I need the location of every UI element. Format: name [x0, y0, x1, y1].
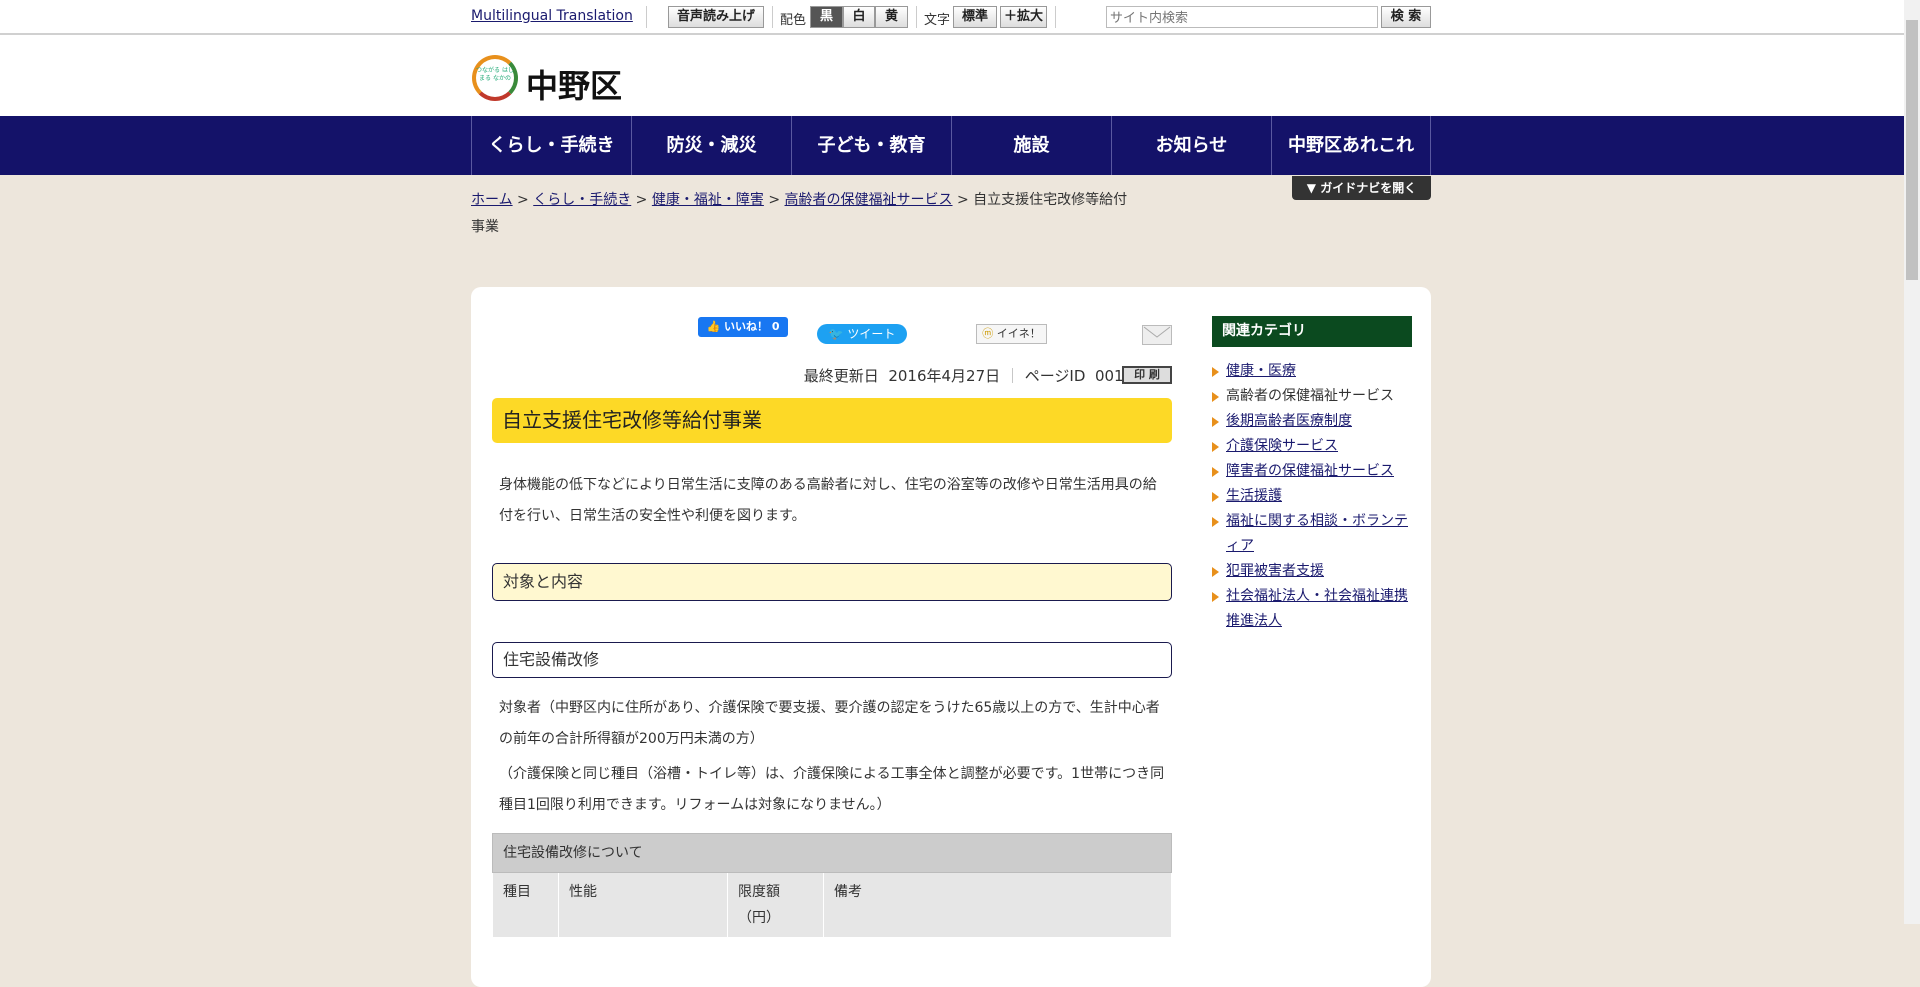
sidebar-item-label[interactable]: 健康・医療 [1226, 363, 1296, 379]
tweet-label: ツイート [847, 327, 896, 341]
utility-bar: Multilingual Translation 音声読み上げ 配色 黒 白 黄… [0, 0, 1904, 35]
color-yellow-button[interactable]: 黄 [875, 6, 908, 28]
sidebar-item-label[interactable]: 社会福祉法人・社会福祉連携推進法人 [1226, 588, 1408, 629]
global-nav: くらし・手続き 防災・減災 子ども・教育 施設 お知らせ 中野区あれこれ [0, 116, 1904, 175]
sidebar-item[interactable]: 生活援護 [1212, 484, 1412, 509]
nav-living[interactable]: くらし・手続き [471, 116, 631, 175]
sidebar-item-label[interactable]: 障害者の保健福祉サービス [1226, 463, 1394, 479]
section-heading: 対象と内容 [492, 563, 1172, 601]
sidebar-item[interactable]: 健康・医療 [1212, 359, 1412, 384]
guide-nav-label: ガイドナビを開く [1320, 181, 1417, 195]
nav-facilities[interactable]: 施設 [951, 116, 1111, 175]
sidebar-item-label: 高齢者の保健福祉サービス [1226, 388, 1394, 404]
eligibility-text: 対象者（中野区内に住所があり、介護保険で要支援、要介護の認定をうけた65歳以上の… [499, 700, 1160, 747]
updated-date: 2016年4月27日 [888, 367, 1001, 385]
divider [916, 6, 917, 28]
table-header: 備考 [823, 872, 1172, 938]
related-categories: 関連カテゴリ 健康・医療高齢者の保健福祉サービス 後期高齢者医療制度 介護保険サービ… [1212, 316, 1412, 634]
nav-children[interactable]: 子ども・教育 [791, 116, 951, 175]
like-label: いいね！ 0 [724, 320, 780, 333]
breadcrumb-home[interactable]: ホーム [471, 192, 513, 208]
logo-emblem[interactable]: つながる はじまる なかの [472, 55, 518, 101]
divider [646, 6, 647, 28]
page-meta: 最終更新日 2016年4月27日 ｜ ページID 001832 ｜ [804, 365, 1172, 386]
text-size-label: 文字 [924, 13, 951, 28]
guide-nav-button[interactable]: ▼ ガイドナビを開く [1292, 176, 1431, 200]
color-white-button[interactable]: 白 [843, 6, 875, 28]
divider [772, 6, 773, 28]
breadcrumb-living[interactable]: くらし・手続き [533, 192, 631, 208]
updated-label: 最終更新日 [803, 367, 879, 385]
scrollbar-thumb[interactable] [1906, 20, 1918, 280]
tweet-button[interactable]: 🐦 ツイート [817, 324, 907, 344]
color-black-button[interactable]: 黒 [810, 6, 843, 28]
logo-tagline: つながる はじまる なかの [476, 67, 514, 82]
sidebar-item[interactable]: 障害者の保健福祉サービス [1212, 459, 1412, 484]
facebook-like-button[interactable]: 👍 いいね！ 0 [698, 317, 788, 337]
mixi-icon: ⓜ [982, 327, 994, 340]
divider [1055, 6, 1056, 28]
nav-disaster[interactable]: 防災・減災 [631, 116, 791, 175]
nav-about[interactable]: 中野区あれこれ [1271, 116, 1431, 175]
text-enlarge-button[interactable]: ＋拡大 [1000, 6, 1047, 28]
subsection-heading: 住宅設備改修 [492, 642, 1172, 678]
twitter-icon: 🐦 [828, 327, 844, 341]
renovation-table: 住宅設備改修について 種目 性能 限度額（円） 備考 [492, 833, 1172, 938]
multilingual-link[interactable]: Multilingual Translation [471, 8, 633, 24]
color-label: 配色 [780, 13, 807, 28]
page-title: 自立支援住宅改修等給付事業 [492, 398, 1172, 443]
search-button[interactable]: 検 索 [1381, 6, 1431, 28]
breadcrumb-health[interactable]: 健康・福祉・障害 [652, 192, 764, 208]
nav-news[interactable]: お知らせ [1111, 116, 1271, 175]
sidebar-item[interactable]: 社会福祉法人・社会福祉連携推進法人 [1212, 584, 1412, 634]
sidebar-item-label[interactable]: 福祉に関する相談・ボランティア [1226, 513, 1408, 554]
search-input[interactable] [1106, 6, 1378, 28]
sidebar-item-label[interactable]: 生活援護 [1226, 488, 1282, 504]
content-card: 👍 いいね！ 0 🐦 ツイート ⓜ イイネ！ 最終更新日 2016年4月27日 … [471, 287, 1431, 987]
table-header: 種目 [492, 872, 559, 938]
table-header: 限度額（円） [727, 872, 824, 938]
table-caption: 住宅設備改修について [492, 833, 1172, 873]
sidebar-item: 高齢者の保健福祉サービス [1212, 384, 1412, 409]
site-header: つながる はじまる なかの 中野区 [0, 35, 1904, 116]
sidebar-item[interactable]: 介護保険サービス [1212, 434, 1412, 459]
sidebar-item[interactable]: 犯罪被害者支援 [1212, 559, 1412, 584]
sidebar-item[interactable]: 福祉に関する相談・ボランティア [1212, 509, 1412, 559]
print-button[interactable]: 印 刷 [1122, 366, 1172, 384]
breadcrumb: ホーム > くらし・手続き > 健康・福祉・障害 > 高齢者の保健福祉サービス … [471, 192, 1128, 235]
sidebar-item-label[interactable]: 後期高齢者医療制度 [1226, 413, 1352, 429]
sidebar-item[interactable]: 後期高齢者医療制度 [1212, 409, 1412, 434]
note-text: （介護保険と同じ種目（浴槽・トイレ等）は、介護保険による工事全体と調整が必要です… [499, 766, 1165, 813]
mixi-button[interactable]: ⓜ イイネ！ [976, 324, 1047, 344]
scrollbar[interactable] [1904, 0, 1920, 924]
sidebar-item-label[interactable]: 犯罪被害者支援 [1226, 563, 1324, 579]
sidebar-item-label[interactable]: 介護保険サービス [1226, 438, 1338, 454]
page-id-label: ページID [1024, 367, 1086, 385]
logo-text[interactable]: 中野区 [526, 61, 622, 107]
text-standard-button[interactable]: 標準 [953, 6, 997, 28]
breadcrumb-elderly[interactable]: 高齢者の保健福祉サービス [785, 192, 953, 208]
table-header: 性能 [558, 872, 728, 938]
intro-text: 身体機能の低下などにより日常生活に支障のある高齢者に対し、住宅の浴室等の改修や日… [499, 477, 1157, 524]
sidebar-title: 関連カテゴリ [1212, 316, 1412, 347]
mail-icon[interactable] [1142, 325, 1172, 345]
mixi-label: イイネ！ [996, 327, 1041, 340]
speech-button[interactable]: 音声読み上げ [668, 6, 764, 28]
